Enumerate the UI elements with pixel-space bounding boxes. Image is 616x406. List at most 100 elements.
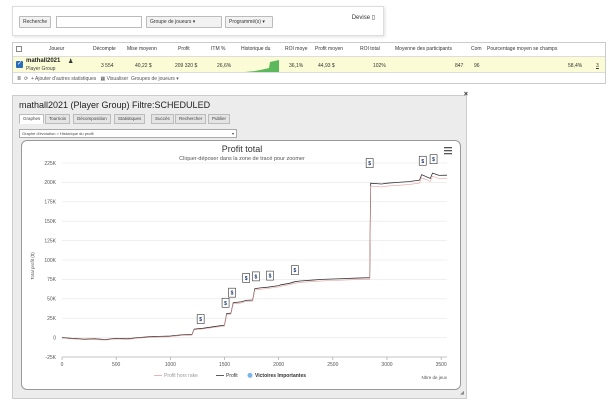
select-all-checkbox[interactable] xyxy=(16,46,22,52)
player-group-dropdown[interactable]: Groupe de joueurs ▾ xyxy=(146,16,222,28)
x-tick-label: 0 xyxy=(61,362,64,368)
header-roi-total[interactable]: ROI total xyxy=(360,46,380,52)
search-input[interactable] xyxy=(56,16,142,28)
win-marker-glyph: $ xyxy=(368,161,371,167)
refresh-icon[interactable]: ⟳ xyxy=(24,76,28,82)
y-tick-label: 200K xyxy=(44,180,56,186)
tab-search[interactable]: Rechercher xyxy=(175,114,207,124)
win-marker-glyph: $ xyxy=(199,317,202,323)
tab-achievements[interactable]: Succès xyxy=(151,114,174,124)
x-tick-label: 2000 xyxy=(273,362,284,368)
y-tick-label: 125K xyxy=(44,238,56,244)
player-icon[interactable]: ♟ xyxy=(68,58,73,65)
profit-history-sparkline xyxy=(245,60,279,72)
search-button[interactable]: Recherche xyxy=(19,16,52,28)
menu-icon[interactable] xyxy=(444,147,452,155)
series xyxy=(61,172,448,341)
win-marker-glyph: $ xyxy=(255,274,258,280)
win-marker-glyph: $ xyxy=(269,274,272,280)
header-avg-stake[interactable]: Mise moyenn xyxy=(127,46,157,52)
table-row[interactable]: ✓ mathall2021 ♟ Player Group 3 554 40,22… xyxy=(13,56,605,73)
tab-statistics[interactable]: Statistiques xyxy=(114,114,146,124)
chart-container[interactable]: Profit total Cliquer-déposer dans la zon… xyxy=(21,140,461,390)
legend-label-ex-rake: Profit hors rake xyxy=(164,373,198,379)
grid xyxy=(61,162,447,360)
win-marker-glyph: $ xyxy=(245,276,248,282)
tab-publish[interactable]: Publier xyxy=(208,114,231,124)
export-icon[interactable]: ≣ xyxy=(17,76,21,82)
win-marker-glyph: $ xyxy=(432,157,435,163)
tab-breakdown[interactable]: Décomposition xyxy=(73,114,111,124)
view-link[interactable]: Visualiser xyxy=(107,76,129,82)
x-tick-label: 3500 xyxy=(436,362,447,368)
cell-roi-avg: 36,1% xyxy=(289,63,304,69)
y-tick-label: 25K xyxy=(47,316,57,322)
win-marker-glyph: $ xyxy=(294,268,297,274)
x-tick-label: 1000 xyxy=(165,362,176,368)
header-com[interactable]: Com xyxy=(471,46,482,52)
chart-subtitle: Cliquer-déposer dans la zone de tracé po… xyxy=(179,156,305,162)
header-count[interactable]: Décompte xyxy=(93,46,116,52)
cell-com: 96 xyxy=(474,63,480,69)
profit-series-line xyxy=(61,172,448,340)
y-tick-label: 100K xyxy=(44,258,56,264)
y-tick-label: 0 xyxy=(53,335,56,341)
header-itm[interactable]: ITM % xyxy=(211,46,225,52)
chart-type-select[interactable]: Graphe d'évolution > Historique du profi… xyxy=(19,129,237,138)
scheduled-dropdown[interactable]: Programmé(s) ▾ xyxy=(225,16,273,28)
y-tick-label: 175K xyxy=(44,200,56,206)
cell-extra[interactable]: 3 xyxy=(596,63,599,69)
profit-chart[interactable]: Profit total Cliquer-déposer dans la zon… xyxy=(22,141,460,389)
currency-selector[interactable]: Devise ▯ xyxy=(352,14,375,21)
header-player[interactable]: Joueur xyxy=(49,46,64,52)
x-tick-label: 2500 xyxy=(327,362,338,368)
player-panel: mathall2021 (Player Group) Filtre:SCHEDU… xyxy=(12,91,468,399)
x-ticks: 0 500 1000 1500 2000 2500 3000 3500 xyxy=(61,362,447,368)
legend-label-profit: Profit xyxy=(226,373,238,379)
add-icon: + xyxy=(30,76,34,82)
win-marker-glyph: $ xyxy=(421,159,424,165)
add-stats-link[interactable]: Ajouter d'autres statistiques xyxy=(35,76,96,82)
header-roi-avg[interactable]: ROI moye xyxy=(285,46,308,52)
header-avg-field-pct[interactable]: Pourcentage moyen se champs xyxy=(487,46,557,52)
legend-label-wins: Victoires Importantes xyxy=(255,373,306,379)
header-profit[interactable]: Profit xyxy=(178,46,190,52)
legend-swatch-wins xyxy=(247,372,253,378)
win-marker-glyph: $ xyxy=(231,291,234,297)
resize-handle[interactable]: ◢ xyxy=(460,390,464,396)
y-tick-label: 50K xyxy=(47,297,57,303)
player-name[interactable]: mathall2021 xyxy=(26,58,60,64)
cell-roi-total: 102% xyxy=(373,63,386,69)
cell-profit-avg: 44,93 $ xyxy=(318,63,335,69)
profit-ex-rake-line xyxy=(61,175,448,341)
cell-avg-participants: 847 xyxy=(455,63,464,69)
filter-toolbar: Recherche Groupe de joueurs ▾ Programmé(… xyxy=(12,6,384,36)
row-checkbox[interactable]: ✓ xyxy=(16,61,23,68)
x-tick-label: 1500 xyxy=(219,362,230,368)
tab-graphs[interactable]: Graphes xyxy=(19,114,45,124)
x-tick-label: 3000 xyxy=(381,362,392,368)
groups-link[interactable]: Groupes de joueurs xyxy=(131,76,175,82)
chevron-down-icon: ▾ xyxy=(231,131,234,136)
y-tick-label: 225K xyxy=(44,161,56,167)
legend: Profit hors rake Profit Victoires Importan… xyxy=(154,372,306,379)
y-axis-label: Total profit ($) xyxy=(30,252,35,280)
cell-count: 3 554 xyxy=(101,63,114,69)
currency-label: Devise xyxy=(351,15,371,21)
cell-profit: 209 320 $ xyxy=(175,63,198,69)
header-history[interactable]: Historique du xyxy=(241,46,270,52)
player-group: Player Group xyxy=(26,66,56,72)
close-icon[interactable]: × xyxy=(464,91,468,98)
cell-avg-stake: 40,22 $ xyxy=(135,63,152,69)
win-marker-glyph: $ xyxy=(224,301,227,307)
y-tick-label: 150K xyxy=(44,219,56,225)
chart-title: Profit total xyxy=(222,144,263,154)
header-avg-participants[interactable]: Moyenne des participants xyxy=(395,46,452,52)
player-group-label: Groupe de joueurs xyxy=(150,19,192,25)
cell-avg-field-pct: 58,4% xyxy=(568,63,583,69)
x-tick-label: 500 xyxy=(112,362,121,368)
tab-tournaments[interactable]: Tournois xyxy=(45,114,71,124)
chart-type-value: Graphe d'évolution > Historique du profi… xyxy=(22,131,94,136)
header-profit-avg[interactable]: Profit moyen xyxy=(315,46,343,52)
view-icon: ▦ xyxy=(100,76,106,82)
